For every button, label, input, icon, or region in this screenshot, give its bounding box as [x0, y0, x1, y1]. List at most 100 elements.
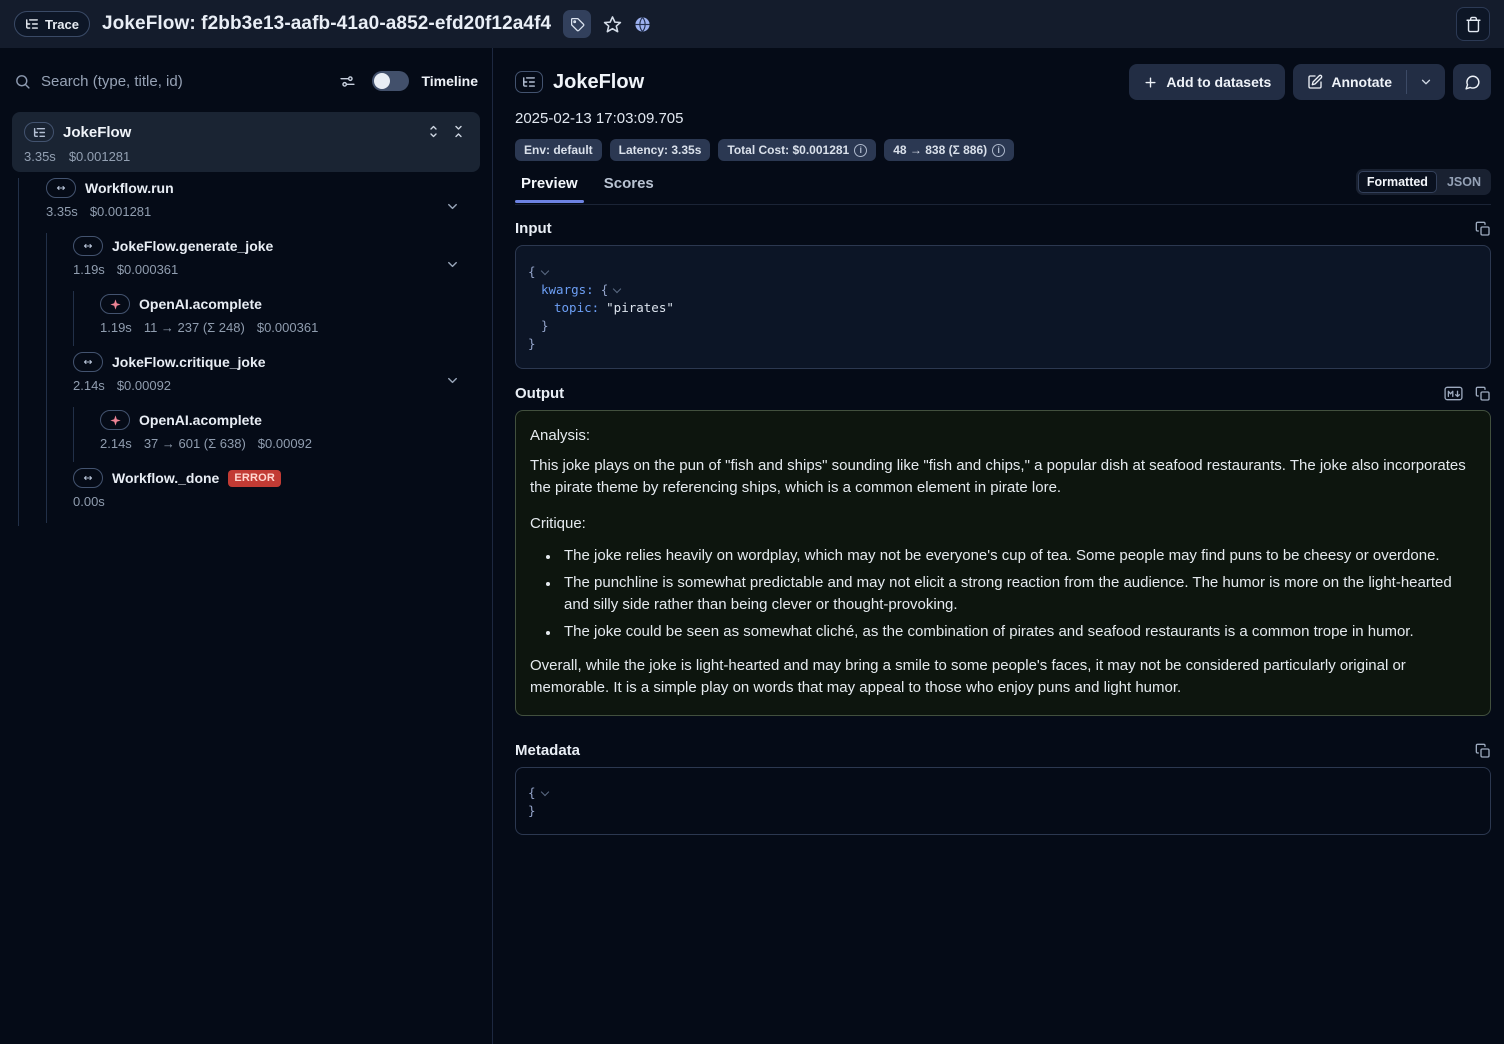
annotate-button[interactable]: Annotate: [1293, 64, 1406, 100]
metadata-section-title: Metadata: [515, 742, 580, 759]
generation-sparkle-icon: [100, 294, 130, 314]
copy-icon[interactable]: [1475, 743, 1491, 759]
input-section-title: Input: [515, 220, 552, 237]
search-icon: [14, 73, 31, 90]
tree-row[interactable]: JokeFlow.generate_joke 1.19s $0.000361: [0, 236, 492, 294]
latency-badge: Latency: 3.35s: [610, 139, 711, 161]
critique-list: The joke relies heavily on wordplay, whi…: [530, 545, 1476, 643]
format-json-option[interactable]: JSON: [1439, 171, 1489, 193]
observation-duration: 1.19s: [100, 320, 132, 335]
analysis-text: This joke plays on the pun of "fish and …: [530, 455, 1476, 499]
generation-sparkle-icon: [100, 410, 130, 430]
collapse-caret-icon[interactable]: [613, 284, 621, 292]
output-markdown-viewer: Analysis: This joke plays on the pun of …: [515, 410, 1491, 716]
json-brace: {: [528, 263, 536, 281]
tab-preview[interactable]: Preview: [521, 175, 578, 202]
search-row: Timeline: [14, 64, 478, 98]
filter-sliders-icon[interactable]: [339, 73, 356, 90]
info-icon: i: [854, 144, 867, 157]
tree-row[interactable]: Workflow.run 3.35s $0.001281: [0, 178, 492, 236]
observation-cost: $0.001281: [90, 204, 151, 219]
observation-cost: $0.000361: [257, 320, 318, 335]
add-to-datasets-label: Add to datasets: [1166, 74, 1271, 90]
json-brace: }: [541, 317, 549, 335]
list-tree-icon: [515, 71, 543, 93]
tree-row[interactable]: OpenAI.acomplete 1.19s 11 → 237 (Σ 248) …: [0, 294, 492, 352]
trace-root-name: JokeFlow: [63, 124, 131, 141]
trace-detail-panel: JokeFlow Add to datasets Annotate: [493, 48, 1504, 1044]
delete-trace-button[interactable]: [1456, 7, 1490, 41]
tag-button[interactable]: [563, 10, 591, 38]
format-toggle: Formatted JSON: [1356, 169, 1491, 195]
unfold-vertical-icon[interactable]: [426, 124, 441, 139]
trash-icon: [1465, 16, 1482, 33]
observation-cost: $0.00092: [117, 378, 171, 393]
toggle-knob: [374, 73, 390, 89]
copy-icon[interactable]: [1475, 221, 1491, 237]
badge-row: Env: default Latency: 3.35s Total Cost: …: [515, 139, 1491, 161]
chevron-down-icon[interactable]: [445, 199, 460, 214]
chevron-down-icon[interactable]: [445, 257, 460, 272]
star-button[interactable]: [603, 15, 622, 34]
observation-duration: 2.14s: [73, 378, 105, 393]
trace-title: JokeFlow: [553, 71, 644, 94]
star-icon: [603, 15, 622, 34]
token-usage-badge: 48 → 838 (Σ 886) i: [884, 139, 1014, 161]
span-arrow-icon: [73, 236, 103, 256]
input-json-viewer[interactable]: { kwargs:{ topic:"pirates" } }: [515, 245, 1491, 369]
observation-tokens: 37 → 601 (Σ 638): [144, 436, 246, 451]
json-brace: }: [528, 335, 536, 353]
chevron-down-icon[interactable]: [445, 373, 460, 388]
annotate-pen-icon: [1307, 74, 1323, 90]
tree-row[interactable]: Workflow._done ERROR 0.00s: [0, 468, 492, 526]
trace-tree-sidebar: Timeline JokeFlow 3.35s $0.001281: [0, 48, 493, 1044]
timeline-label: Timeline: [421, 73, 478, 89]
json-key: topic:: [554, 299, 599, 317]
copy-icon[interactable]: [1475, 386, 1491, 402]
markdown-icon[interactable]: [1444, 386, 1463, 402]
observation-tree: Workflow.run 3.35s $0.001281 JokeFlow.ge…: [0, 178, 492, 530]
tag-icon: [570, 17, 585, 32]
annotate-dropdown-chevron[interactable]: [1407, 64, 1445, 100]
critique-heading: Critique:: [530, 513, 1476, 535]
metadata-json-viewer[interactable]: { }: [515, 767, 1491, 835]
json-brace: {: [528, 784, 536, 802]
trace-type-badge: Trace: [14, 11, 90, 37]
critique-item: The joke relies heavily on wordplay, whi…: [560, 545, 1476, 567]
json-key: kwargs:: [541, 281, 594, 299]
plus-icon: [1143, 75, 1158, 90]
search-input[interactable]: [41, 73, 329, 90]
observation-name: JokeFlow.critique_joke: [112, 354, 266, 370]
observation-name: OpenAI.acomplete: [139, 412, 262, 428]
observation-name: OpenAI.acomplete: [139, 296, 262, 312]
output-section-title: Output: [515, 385, 564, 402]
fold-vertical-icon[interactable]: [451, 124, 466, 139]
observation-name: Workflow.run: [85, 180, 174, 196]
span-arrow-icon: [73, 352, 103, 372]
add-to-datasets-button[interactable]: Add to datasets: [1129, 64, 1285, 100]
page-title: JokeFlow: f2bb3e13-aafb-41a0-a852-efd20f…: [102, 13, 551, 35]
trace-timestamp: 2025-02-13 17:03:09.705: [515, 110, 1491, 127]
annotate-button-group: Annotate: [1293, 64, 1445, 100]
globe-icon: [634, 16, 651, 33]
list-tree-icon: [25, 17, 39, 31]
tab-scores[interactable]: Scores: [604, 175, 654, 202]
env-badge: Env: default: [515, 139, 602, 161]
collapse-caret-icon[interactable]: [540, 266, 548, 274]
trace-root-item[interactable]: JokeFlow 3.35s $0.001281: [12, 112, 480, 172]
trace-duration: 3.35s: [24, 149, 56, 164]
trace-type-pill: [24, 122, 54, 142]
tree-row[interactable]: OpenAI.acomplete 2.14s 37 → 601 (Σ 638) …: [0, 410, 492, 468]
tree-row[interactable]: JokeFlow.critique_joke 2.14s $0.00092: [0, 352, 492, 410]
comments-button[interactable]: [1453, 64, 1491, 100]
collapse-caret-icon[interactable]: [540, 787, 548, 795]
critique-item: The punchline is somewhat predictable an…: [560, 572, 1476, 616]
comment-bubble-icon: [1464, 74, 1481, 91]
analysis-heading: Analysis:: [530, 425, 1476, 447]
observation-name: JokeFlow.generate_joke: [112, 238, 273, 254]
json-brace: }: [528, 802, 536, 820]
timeline-toggle[interactable]: [372, 71, 409, 91]
public-button[interactable]: [634, 16, 651, 33]
format-formatted-option[interactable]: Formatted: [1358, 171, 1437, 193]
observation-duration: 1.19s: [73, 262, 105, 277]
